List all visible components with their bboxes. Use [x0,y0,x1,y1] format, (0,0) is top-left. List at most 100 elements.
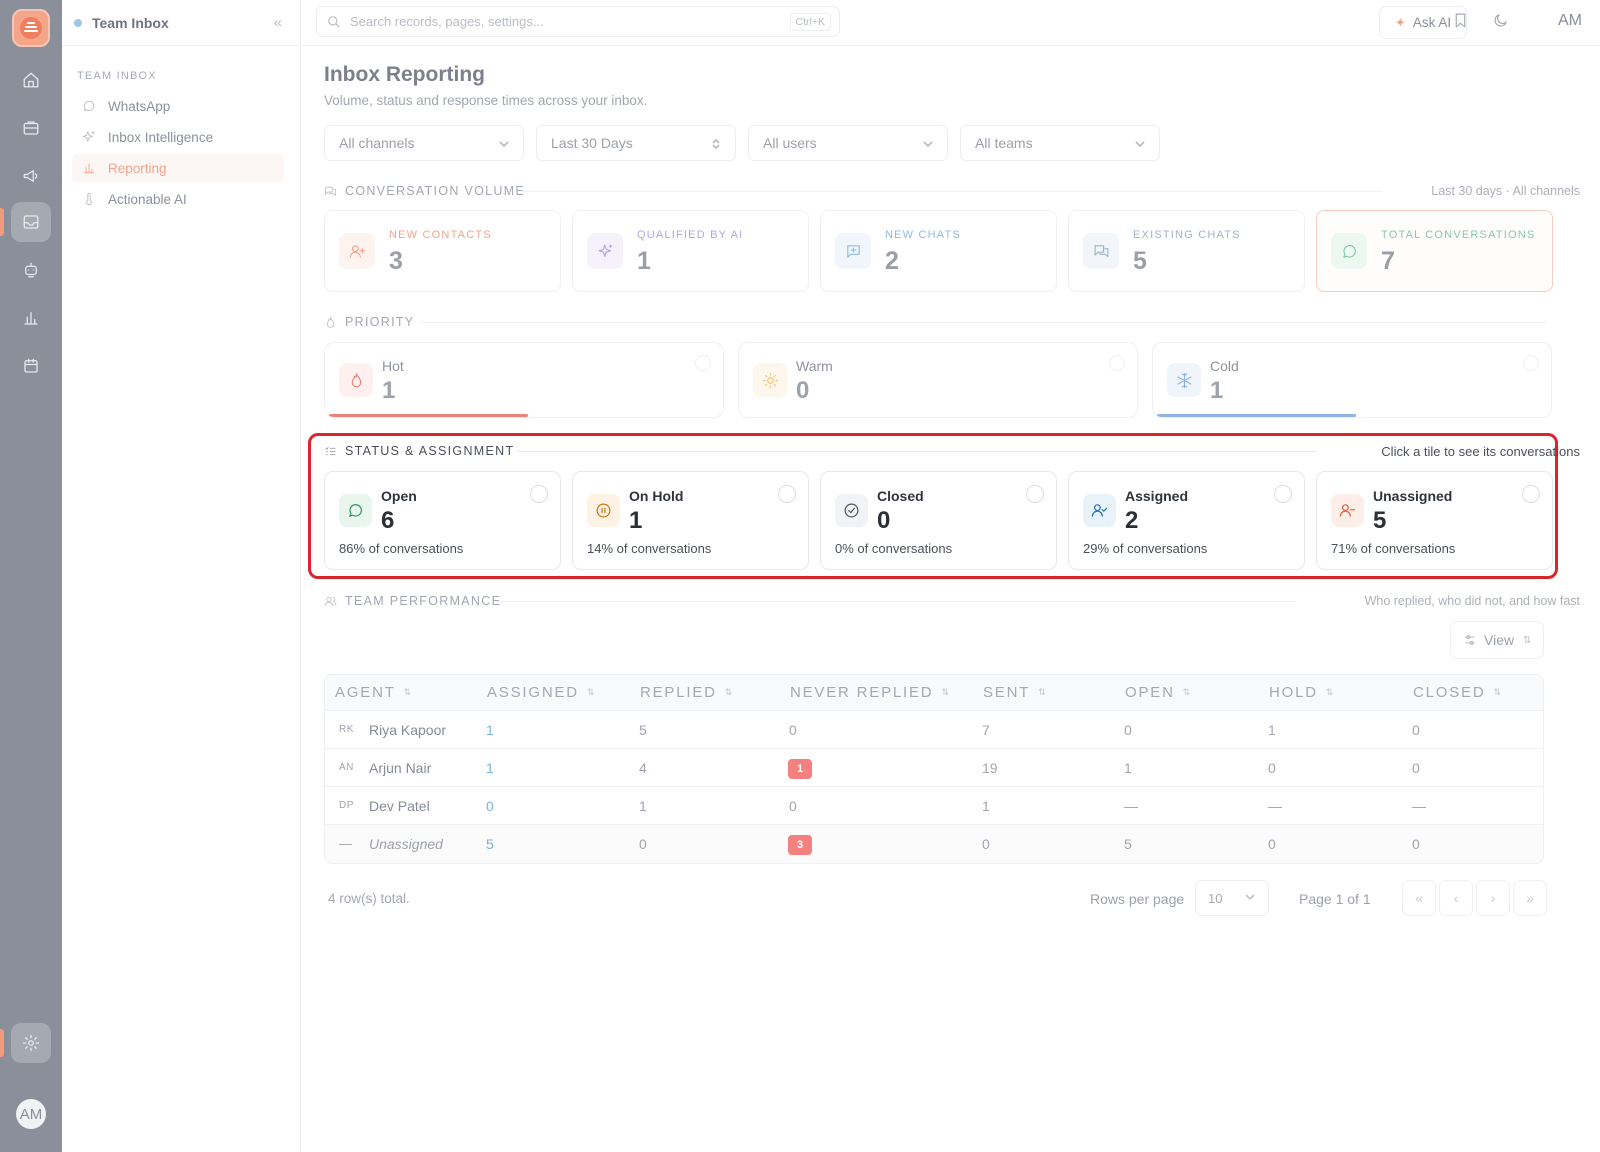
main-content: Inbox Reporting Volume, status and respo… [302,46,1600,1152]
chat-bubbles-icon [1094,244,1108,257]
rail-reports[interactable] [11,298,51,338]
table-row[interactable]: AN Arjun Nair 1 4 1 19 1 0 0 [325,749,1543,787]
rail-inbox[interactable] [11,202,51,242]
sidebar-item-whatsapp[interactable]: WhatsApp [72,92,284,120]
sort-icon: ⇅ [1493,687,1502,697]
select-radio[interactable] [695,355,711,371]
bookmark-button[interactable] [1452,12,1472,32]
card-label: EXISTING CHATS [1133,229,1241,241]
col-assigned[interactable]: ASSIGNED ⇅ [487,684,594,701]
status-card-assigned[interactable]: Assigned 2 29% of conversations [1068,471,1305,570]
select-radio[interactable] [778,485,796,503]
rail-settings[interactable] [11,1023,51,1063]
rail-campaigns[interactable] [11,156,51,196]
col-label: REPLIED [640,684,717,701]
col-closed[interactable]: CLOSED ⇅ [1413,684,1501,701]
channel-filter[interactable]: All channels [324,125,524,161]
status-card-closed[interactable]: Closed 0 0% of conversations [820,471,1057,570]
volume-section-label: CONVERSATION VOLUME [324,184,525,198]
page-subtitle: Volume, status and response times across… [324,93,648,108]
filter-value: Last 30 Days [551,135,633,151]
table-row[interactable]: RK Riya Kapoor 1 5 0 7 0 1 0 [325,711,1543,749]
user-avatar[interactable]: AM [16,1099,46,1129]
sidebar-item-reporting[interactable]: Reporting [72,154,284,182]
team-filter[interactable]: All teams [960,125,1160,161]
rail-inbox-tray[interactable] [11,108,51,148]
user-minus-icon [1339,504,1356,517]
sidebar-item-actionable-ai[interactable]: Actionable AI [72,185,284,213]
col-hold[interactable]: HOLD ⇅ [1269,684,1333,701]
snowflake-icon [1177,372,1191,388]
status-card-on-hold[interactable]: On Hold 1 14% of conversations [572,471,809,570]
collapse-sidebar-icon[interactable]: « [274,14,282,31]
select-radio[interactable] [530,485,548,503]
assigned-count-link[interactable]: 0 [486,798,494,814]
search-input[interactable] [350,14,770,29]
card-value: 6 [381,507,395,534]
never-replied-badge[interactable]: 3 [788,835,812,855]
volume-card-new-chats[interactable]: NEW CHATS 2 [820,210,1057,292]
col-open[interactable]: OPEN ⇅ [1125,684,1190,701]
ask-ai-label: Ask AI [1412,15,1452,30]
volume-card-new-contacts[interactable]: NEW CONTACTS 3 [324,210,561,292]
never-replied-count: 0 [789,722,797,738]
card-value: 3 [389,247,403,275]
global-search[interactable]: Ctrl+K [316,6,840,37]
next-page-button[interactable]: › [1476,880,1510,916]
assigned-count-link[interactable]: 1 [486,722,494,738]
col-sent[interactable]: SENT ⇅ [983,684,1046,701]
assigned-count-link[interactable]: 5 [486,836,494,852]
chevrons-right-icon: » [1526,890,1534,906]
col-agent[interactable]: AGENT ⇅ [335,684,411,701]
first-page-button[interactable]: « [1402,880,1436,916]
card-value: 5 [1373,507,1387,534]
last-page-button[interactable]: » [1513,880,1547,916]
icon-box [835,494,868,527]
assigned-count-link[interactable]: 1 [486,760,494,776]
col-never-replied[interactable]: NEVER REPLIED ⇅ [790,684,949,701]
col-replied[interactable]: REPLIED ⇅ [640,684,732,701]
sidebar-item-inbox-intelligence[interactable]: Inbox Intelligence [72,123,284,151]
chevron-right-icon: › [1490,890,1496,906]
select-radio[interactable] [1026,485,1044,503]
date-range-filter[interactable]: Last 30 Days [536,125,736,161]
team-performance-table: AGENT ⇅ ASSIGNED ⇅ REPLIED ⇅ NEVER REPLIED ⇅… [324,674,1544,864]
card-value: 1 [637,247,651,275]
user-menu[interactable]: AM [1558,12,1582,30]
priority-card-hot[interactable]: Hot 1 [324,342,724,418]
sidebar-section-label: TEAM INBOX [77,70,157,82]
rail-bots[interactable] [11,250,51,290]
volume-card-existing-chats[interactable]: EXISTING CHATS 5 [1068,210,1305,292]
select-radio[interactable] [1522,485,1540,503]
view-options-button[interactable]: View ⇅ [1450,621,1544,659]
select-radio[interactable] [1523,355,1539,371]
app-logo[interactable] [12,9,50,47]
user-filter[interactable]: All users [748,125,948,161]
theme-toggle[interactable] [1492,12,1512,32]
rows-per-page-select[interactable]: 10 [1195,880,1269,916]
prev-page-button[interactable]: ‹ [1439,880,1473,916]
card-value: 1 [1210,377,1224,404]
never-replied-badge[interactable]: 1 [788,759,812,779]
priority-card-warm[interactable]: Warm 0 [738,342,1138,418]
rail-calendar[interactable] [11,346,51,386]
status-card-unassigned[interactable]: Unassigned 5 71% of conversations [1316,471,1553,570]
col-label: HOLD [1269,684,1318,701]
card-label: NEW CONTACTS [389,229,492,241]
table-row[interactable]: DP Dev Patel 0 1 0 1 — — — [325,787,1543,825]
rail-home[interactable] [11,60,51,100]
sort-icon: ⇅ [1038,687,1046,697]
volume-card-qualified-by-ai[interactable]: QUALIFIED BY AI 1 [572,210,809,292]
volume-card-total-conversations[interactable]: TOTAL CONVERSATIONS 7 [1316,210,1553,292]
table-row[interactable]: — Unassigned 5 0 3 0 5 0 0 [325,825,1543,863]
card-value: 1 [382,377,396,404]
select-radio[interactable] [1274,485,1292,503]
sent-count: 1 [982,798,990,814]
search-shortcut: Ctrl+K [789,13,831,31]
sidebar-header: Team Inbox « [62,0,300,46]
priority-card-cold[interactable]: Cold 1 [1152,342,1552,418]
select-radio[interactable] [1109,355,1125,371]
sort-icon: ⇅ [403,687,412,697]
icon-box [753,363,787,397]
status-card-open[interactable]: Open 6 86% of conversations [324,471,561,570]
